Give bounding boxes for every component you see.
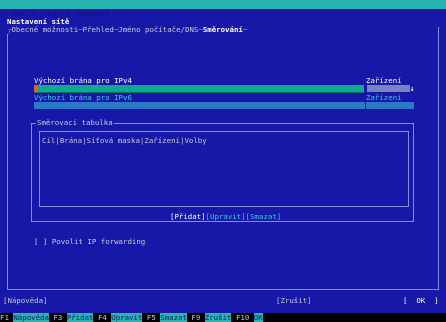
- fkey-help-key: F1: [0, 313, 9, 322]
- ipv6-gateway-label: Výchozí brána pro IPv6: [34, 93, 132, 102]
- tab-overview[interactable]: Přehled: [83, 25, 114, 34]
- routing-table-title: Směrovací tabulka: [36, 118, 114, 127]
- column-header-destination[interactable]: Cíl: [42, 136, 55, 145]
- help-button[interactable]: [Nápověda]: [3, 296, 48, 305]
- fkey-edit-key: F4: [97, 313, 107, 322]
- ipv4-gateway-input[interactable]: [34, 85, 364, 93]
- fkey-help[interactable]: Nápověda: [13, 313, 49, 322]
- ip-forwarding-label: Povolit IP forwarding: [51, 237, 146, 246]
- ipv6-device-select[interactable]: [366, 102, 414, 109]
- add-button[interactable]: [Přidat]: [170, 212, 206, 221]
- fkey-add[interactable]: Přidat: [66, 313, 94, 322]
- ip-forwarding-option[interactable]: [ ] Povolit IP forwarding: [34, 237, 145, 246]
- routing-buttons: [Přidat][Upravit][Smazat]: [170, 212, 281, 221]
- ipv6-gateway-input[interactable]: [34, 102, 365, 109]
- column-header-netmask[interactable]: Síťová maska: [87, 136, 140, 145]
- ipv4-device-label: Zařízení: [366, 76, 402, 85]
- ok-button[interactable]: [ OK ]: [403, 296, 439, 305]
- fkey-cancel-key: F9: [191, 313, 201, 322]
- fkey-edit[interactable]: Upravit: [111, 313, 143, 322]
- delete-button[interactable]: [Smazat]: [246, 212, 282, 221]
- column-header-gateway[interactable]: Brána: [60, 136, 82, 145]
- tab-hostname-dns[interactable]: Jméno počítače/DNS: [118, 25, 198, 34]
- fkey-delete[interactable]: Smazat: [160, 313, 187, 322]
- fkey-add-key: F3: [53, 313, 63, 322]
- fkey-ok-key: F10: [235, 313, 250, 322]
- function-key-bar: F1 Nápověda F3 Přidat F4 Upravit F5 Smaz…: [0, 313, 446, 322]
- fkey-delete-key: F5: [146, 313, 156, 322]
- cancel-button[interactable]: [Zrušit]: [276, 296, 312, 305]
- tab-bar: ┌Obecné možnosti─Přehled─Jméno počítače/…: [7, 25, 248, 34]
- edit-button[interactable]: [Upravit]: [206, 212, 246, 221]
- ipv4-device-select[interactable]: [367, 85, 410, 92]
- tab-routing[interactable]: Směrování: [203, 25, 243, 34]
- column-header-options[interactable]: Volby: [184, 136, 206, 145]
- ipv4-gateway-label: Výchozí brána pro IPv4: [34, 76, 132, 85]
- chevron-down-icon[interactable]: ↓: [410, 84, 414, 93]
- table-header: Cíl|Brána|Síťová maska|Zařízení|Volby: [42, 136, 207, 145]
- ipv6-device-label: Zařízení: [366, 93, 402, 102]
- ip-forwarding-checkbox[interactable]: [ ]: [34, 237, 47, 246]
- fkey-ok[interactable]: OK: [253, 313, 263, 322]
- text-cursor: [34, 85, 38, 92]
- tab-separator: ─: [242, 25, 248, 34]
- tab-general[interactable]: Obecné možnosti: [11, 25, 78, 34]
- window-title-bar: YaST2 - lan @ openSUSE: [0, 0, 446, 18]
- column-header-device[interactable]: Zařízení: [144, 136, 180, 145]
- fkey-cancel[interactable]: Zrušit: [204, 313, 232, 322]
